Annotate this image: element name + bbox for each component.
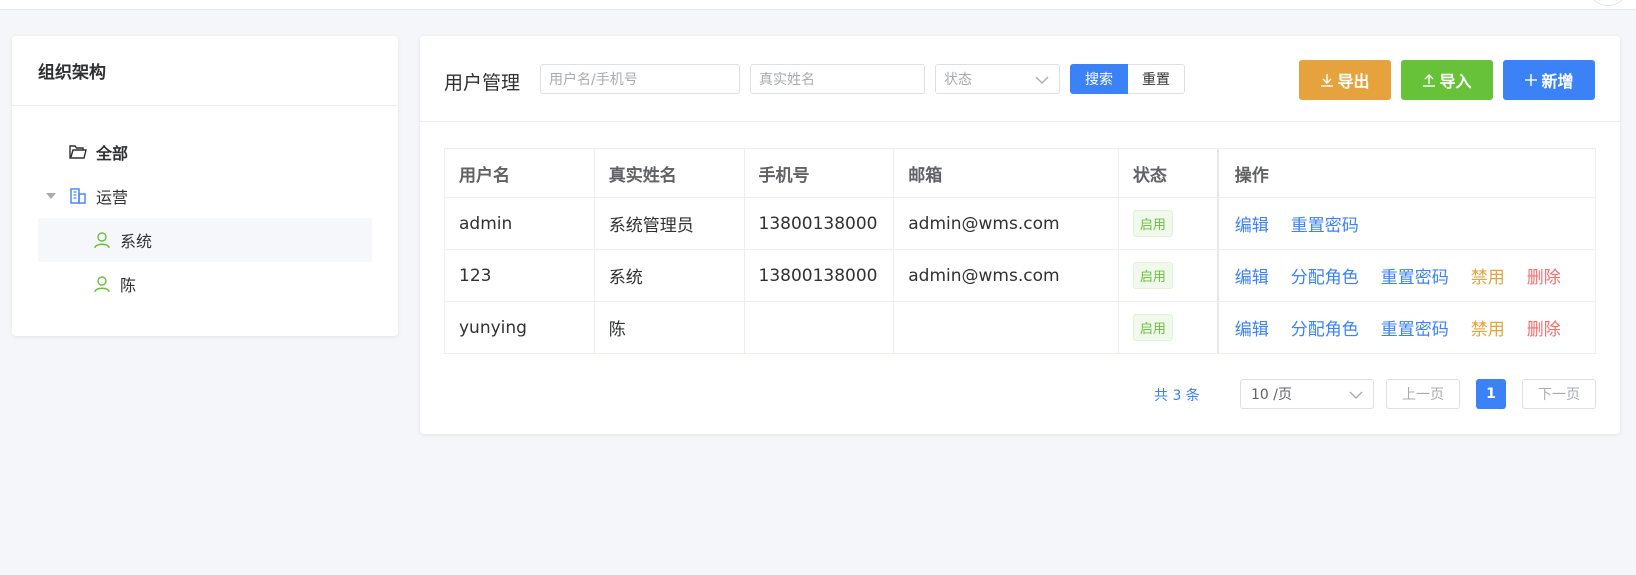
add-user-button[interactable]: 新增 bbox=[1503, 60, 1595, 100]
toolbar: 用户管理 用户名/手机号 真实姓名 状态 搜索 重置 导出 导入 新增 bbox=[420, 36, 1620, 122]
delete-link[interactable]: 删除 bbox=[1527, 315, 1561, 340]
building-icon bbox=[68, 186, 88, 206]
org-title: 组织架构 bbox=[12, 36, 398, 106]
cell-email: admin@wms.com bbox=[894, 250, 1119, 301]
reset-password-link[interactable]: 重置密码 bbox=[1381, 315, 1449, 340]
prev-page-button[interactable]: 上一页 bbox=[1386, 379, 1460, 409]
cell-realname: 陈 bbox=[595, 302, 745, 353]
page-title: 用户管理 bbox=[444, 72, 521, 94]
chevron-down-icon bbox=[1349, 388, 1363, 404]
avatar[interactable] bbox=[1588, 0, 1628, 6]
caret-down-icon[interactable] bbox=[46, 193, 56, 199]
username-search-input[interactable]: 用户名/手机号 bbox=[540, 64, 740, 94]
tree-node-label: 系统 bbox=[120, 232, 153, 251]
table-row: 123 系统 13800138000 admin@wms.com 启用 编辑 分… bbox=[445, 250, 1595, 302]
tree-node-chen[interactable]: 陈 bbox=[38, 262, 372, 306]
cell-actions: 编辑 分配角色 重置密码 禁用 删除 bbox=[1219, 302, 1595, 353]
next-page-button[interactable]: 下一页 bbox=[1522, 379, 1596, 409]
import-label: 导入 bbox=[1439, 72, 1472, 91]
reset-button[interactable]: 重置 bbox=[1128, 64, 1185, 94]
search-button[interactable]: 搜索 bbox=[1070, 64, 1128, 94]
edit-link[interactable]: 编辑 bbox=[1235, 315, 1269, 340]
disable-link[interactable]: 禁用 bbox=[1471, 263, 1505, 288]
column-header: 真实姓名 bbox=[595, 149, 745, 197]
upload-icon bbox=[1422, 73, 1436, 87]
column-header: 邮箱 bbox=[894, 149, 1119, 197]
export-label: 导出 bbox=[1337, 72, 1370, 91]
org-panel: 组织架构 全部 运营 系统 陈 bbox=[12, 36, 398, 336]
search-button-group: 搜索 重置 bbox=[1070, 64, 1185, 94]
user-icon bbox=[92, 230, 112, 250]
users-table: 用户名 真实姓名 手机号 邮箱 状态 操作 admin 系统管理员 138001… bbox=[444, 148, 1596, 354]
add-label: 新增 bbox=[1541, 72, 1574, 91]
realname-search-input[interactable]: 真实姓名 bbox=[750, 64, 925, 94]
assign-role-link[interactable]: 分配角色 bbox=[1291, 263, 1359, 288]
delete-link[interactable]: 删除 bbox=[1527, 263, 1561, 288]
tree-node-label: 运营 bbox=[96, 188, 129, 207]
reset-password-link[interactable]: 重置密码 bbox=[1381, 263, 1449, 288]
assign-role-link[interactable]: 分配角色 bbox=[1291, 315, 1359, 340]
cell-phone bbox=[745, 302, 895, 353]
disable-link[interactable]: 禁用 bbox=[1471, 315, 1505, 340]
cell-realname: 系统 bbox=[595, 250, 745, 301]
cell-phone: 13800138000 bbox=[745, 198, 895, 249]
status-placeholder: 状态 bbox=[944, 72, 972, 88]
status-badge: 启用 bbox=[1132, 314, 1173, 341]
table-row: yunying 陈 启用 编辑 分配角色 重置密码 禁用 删除 bbox=[445, 302, 1595, 353]
page-size-value: 10 /页 bbox=[1251, 387, 1292, 403]
column-header: 操作 bbox=[1234, 165, 1269, 186]
edit-link[interactable]: 编辑 bbox=[1235, 211, 1269, 236]
cell-actions: 编辑 重置密码 bbox=[1219, 198, 1595, 249]
pagination: 共 3 条 10 /页 上一页 1 下一页 bbox=[420, 379, 1620, 409]
reset-password-link[interactable]: 重置密码 bbox=[1291, 211, 1359, 236]
tree-node-system[interactable]: 系统 bbox=[38, 218, 372, 262]
plus-icon bbox=[1524, 73, 1538, 87]
import-button[interactable]: 导入 bbox=[1401, 60, 1493, 100]
user-management-panel: 用户管理 用户名/手机号 真实姓名 状态 搜索 重置 导出 导入 新增 用户名 … bbox=[420, 36, 1620, 434]
table-header-row: 用户名 真实姓名 手机号 邮箱 状态 操作 bbox=[445, 149, 1595, 198]
column-header: 手机号 bbox=[745, 149, 895, 197]
total-count: 共 3 条 bbox=[1154, 388, 1200, 404]
user-icon bbox=[92, 274, 112, 294]
cell-realname: 系统管理员 bbox=[595, 198, 745, 249]
cell-username: admin bbox=[445, 198, 595, 249]
edit-link[interactable]: 编辑 bbox=[1235, 263, 1269, 288]
cell-status: 启用 bbox=[1119, 250, 1219, 301]
status-badge: 启用 bbox=[1132, 210, 1173, 237]
tree-node-label: 全部 bbox=[96, 144, 129, 163]
status-select[interactable]: 状态 bbox=[935, 64, 1060, 94]
username-placeholder: 用户名/手机号 bbox=[549, 72, 638, 88]
download-icon bbox=[1320, 73, 1334, 87]
cell-email: admin@wms.com bbox=[894, 198, 1119, 249]
page-size-select[interactable]: 10 /页 bbox=[1240, 379, 1374, 409]
status-badge: 启用 bbox=[1132, 262, 1173, 289]
cell-actions: 编辑 分配角色 重置密码 禁用 删除 bbox=[1219, 250, 1595, 301]
tree-node-all[interactable]: 全部 bbox=[38, 130, 372, 174]
org-tree: 全部 运营 系统 陈 bbox=[12, 106, 398, 306]
cell-status: 启用 bbox=[1119, 302, 1219, 353]
export-button[interactable]: 导出 bbox=[1299, 60, 1391, 100]
tree-node-operations[interactable]: 运营 bbox=[38, 174, 372, 218]
cell-username: 123 bbox=[445, 250, 595, 301]
column-header: 用户名 bbox=[445, 149, 595, 197]
cell-email bbox=[894, 302, 1119, 353]
folder-icon bbox=[68, 142, 88, 162]
table-row: admin 系统管理员 13800138000 admin@wms.com 启用… bbox=[445, 198, 1595, 250]
chevron-down-icon bbox=[1035, 73, 1049, 89]
tree-node-label: 陈 bbox=[120, 276, 137, 295]
top-bar bbox=[0, 0, 1636, 10]
page-number-current[interactable]: 1 bbox=[1476, 379, 1506, 409]
realname-placeholder: 真实姓名 bbox=[759, 72, 815, 88]
column-header: 状态 bbox=[1119, 149, 1219, 197]
cell-phone: 13800138000 bbox=[745, 250, 895, 301]
cell-status: 启用 bbox=[1119, 198, 1219, 249]
cell-username: yunying bbox=[445, 302, 595, 353]
